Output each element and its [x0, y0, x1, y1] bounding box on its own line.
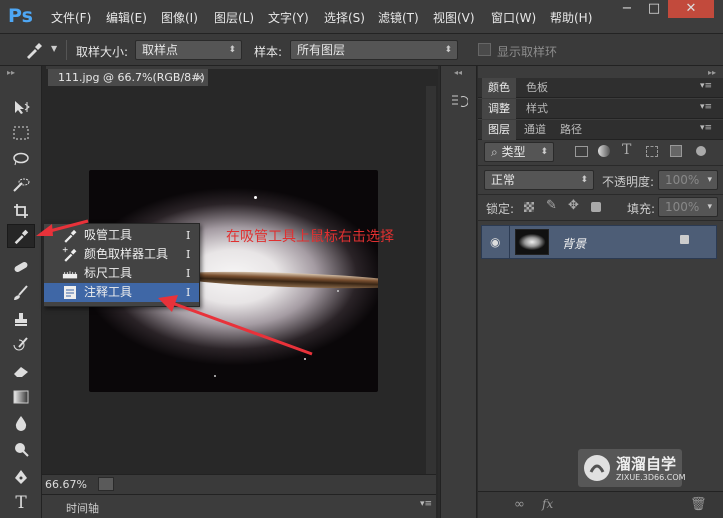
- trash-icon[interactable]: 🗑: [690, 497, 707, 512]
- tab-channels[interactable]: 通道: [518, 120, 552, 140]
- lock-icon: [680, 235, 689, 244]
- opacity-label: 不透明度:: [602, 175, 655, 189]
- opacity-value: 100%: [665, 173, 700, 187]
- panel-menu-icon[interactable]: ▾≡: [700, 123, 712, 133]
- fill-input[interactable]: 100% ▾: [658, 197, 718, 217]
- color-panel-tabs: 颜色 色板 ▾≡: [478, 78, 723, 98]
- blend-mode-select[interactable]: 正常 ⬍: [484, 170, 594, 190]
- layer-filter-select[interactable]: ⌕ 类型 ⬍: [484, 142, 554, 162]
- fill-label: 填充:: [627, 202, 656, 216]
- arrow-to-note-tool: [171, 301, 313, 356]
- watermark: 溜溜自学 ZIXUE.3D66.COM: [578, 449, 686, 487]
- tab-adjustments[interactable]: 调整: [482, 99, 516, 119]
- link-icon[interactable]: ∞: [514, 497, 525, 512]
- divider: [478, 194, 723, 195]
- layer-thumbnail: [515, 229, 549, 255]
- opacity-input[interactable]: 100% ▾: [658, 170, 718, 190]
- chevron-down-icon: ▾: [707, 202, 712, 212]
- panel-menu-icon[interactable]: ▾≡: [700, 81, 712, 91]
- search-icon: ⌕: [491, 145, 502, 159]
- divider: [478, 220, 723, 221]
- collapsed-panel-strip: ◂◂: [440, 66, 477, 518]
- watermark-title: 溜溜自学: [616, 455, 677, 473]
- layer-name[interactable]: 背景: [562, 235, 586, 252]
- tab-swatches[interactable]: 色板: [520, 78, 554, 98]
- filter-pixel-icon[interactable]: [575, 146, 588, 157]
- lock-all-icon[interactable]: [591, 202, 601, 212]
- layer-row-background[interactable]: ◉ 背景: [481, 225, 717, 259]
- layers-footer: ∞ fx 🗑: [478, 491, 723, 518]
- divider: [509, 226, 510, 258]
- filter-shape-icon[interactable]: [646, 146, 658, 157]
- layer-filter-value: 类型: [501, 145, 526, 159]
- lock-brush-icon[interactable]: ✎: [546, 198, 557, 213]
- updown-icon: ⬍: [580, 175, 588, 185]
- filter-smart-object-icon[interactable]: [670, 145, 682, 157]
- fill-value: 100%: [665, 200, 700, 214]
- updown-icon: ⬍: [540, 147, 548, 157]
- tab-paths[interactable]: 路径: [554, 120, 588, 140]
- fx-icon[interactable]: fx: [542, 497, 553, 511]
- lock-transparency-icon[interactable]: [524, 202, 534, 212]
- layers-panel-tabs: 图层 通道 路径 ▾≡: [478, 120, 723, 140]
- watermark-logo-icon: [584, 455, 610, 481]
- filter-type-icon[interactable]: T: [622, 142, 631, 158]
- arrowhead: [36, 224, 53, 236]
- adjust-panel-tabs: 调整 样式 ▾≡: [478, 99, 723, 119]
- divider: [478, 165, 723, 166]
- arrowhead: [158, 295, 178, 312]
- tab-layers[interactable]: 图层: [482, 120, 516, 140]
- panel-menu-icon[interactable]: ▾≡: [700, 102, 712, 112]
- collapse-icon[interactable]: ▸▸: [708, 68, 716, 77]
- tab-styles[interactable]: 样式: [520, 99, 554, 119]
- expand-icon[interactable]: ◂◂: [454, 68, 462, 77]
- lock-label: 锁定:: [486, 202, 515, 216]
- blend-mode-value: 正常: [491, 173, 516, 187]
- filter-adjustment-icon[interactable]: [598, 145, 610, 157]
- history-icon[interactable]: [450, 93, 468, 109]
- watermark-url: ZIXUE.3D66.COM: [616, 473, 686, 482]
- lock-move-icon[interactable]: ✥: [568, 198, 579, 213]
- filter-toggle-icon[interactable]: [696, 146, 706, 156]
- tab-color[interactable]: 颜色: [482, 78, 516, 98]
- eye-icon[interactable]: ◉: [490, 235, 500, 249]
- chevron-down-icon: ▾: [707, 175, 712, 185]
